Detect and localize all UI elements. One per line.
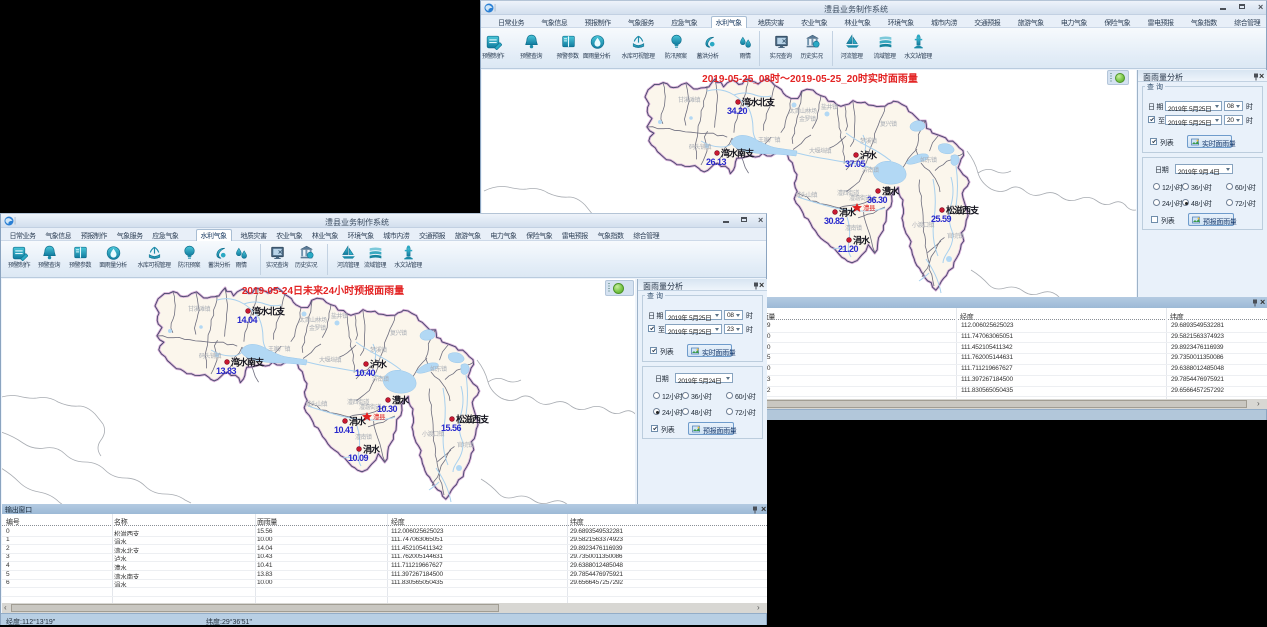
svg-text:盐井镇: 盐井镇 xyxy=(821,103,838,111)
svg-text:25.59: 25.59 xyxy=(931,214,952,224)
svg-text:湾水南支: 湾水南支 xyxy=(721,148,755,159)
svg-text:37.05: 37.05 xyxy=(845,159,866,169)
svg-text:复兴镇: 复兴镇 xyxy=(880,120,897,128)
svg-text:13.83: 13.83 xyxy=(216,366,237,376)
svg-text:如东镇: 如东镇 xyxy=(920,156,937,164)
svg-text:松滋西支: 松滋西支 xyxy=(946,205,980,216)
svg-text:湾水北支: 湾水北支 xyxy=(252,306,286,317)
svg-text:松滋西支: 松滋西支 xyxy=(456,414,490,425)
svg-text:湾水北支: 湾水北支 xyxy=(742,97,776,108)
svg-text:官垸镇: 官垸镇 xyxy=(947,232,964,240)
svg-text:澧南镇: 澧南镇 xyxy=(845,224,862,232)
svg-text:14.04: 14.04 xyxy=(237,315,258,325)
svg-text:36.30: 36.30 xyxy=(867,195,888,205)
svg-text:21.20: 21.20 xyxy=(838,244,859,254)
svg-text:10.09: 10.09 xyxy=(348,453,369,463)
svg-text:26.13: 26.13 xyxy=(706,157,727,167)
svg-text:城头山镇: 城头山镇 xyxy=(795,191,818,199)
svg-text:甘溪滩镇: 甘溪滩镇 xyxy=(678,96,701,104)
svg-text:10.41: 10.41 xyxy=(334,425,355,435)
svg-text:太青山林场: 太青山林场 xyxy=(789,107,817,115)
svg-text:10.40: 10.40 xyxy=(355,368,376,378)
svg-text:王家厂镇: 王家厂镇 xyxy=(758,136,781,144)
svg-text:金罗镇: 金罗镇 xyxy=(799,115,816,123)
svg-text:大堰垱镇: 大堰垱镇 xyxy=(809,147,832,155)
svg-text:15.56: 15.56 xyxy=(441,423,462,433)
svg-text:梦溪镇: 梦溪镇 xyxy=(860,137,877,145)
svg-text:码头铺镇: 码头铺镇 xyxy=(689,143,712,151)
svg-text:湾水南支: 湾水南支 xyxy=(231,357,265,368)
svg-text:30.82: 30.82 xyxy=(824,216,845,226)
svg-text:10.30: 10.30 xyxy=(377,404,398,414)
svg-text:34.20: 34.20 xyxy=(727,106,748,116)
